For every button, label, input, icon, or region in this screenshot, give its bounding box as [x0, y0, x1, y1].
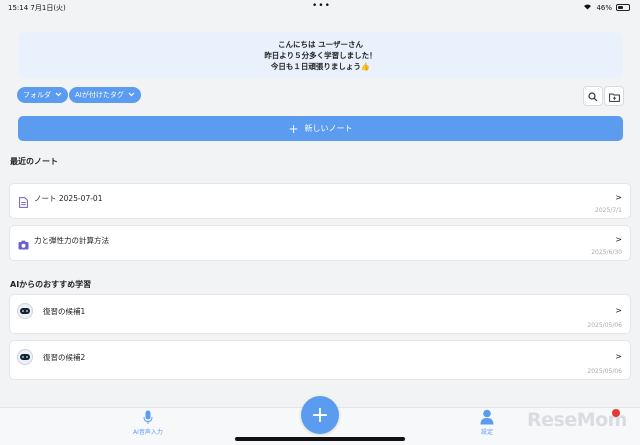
recommendation-card[interactable]: 復習の候補1 > 2025/05/06 [9, 294, 631, 334]
note-date: 2025/6/30 [591, 249, 622, 256]
tab-settings-label: 設定 [480, 429, 493, 436]
greeting-line: こんにちは ユーザーさん [278, 39, 363, 49]
tab-settings[interactable]: 設定 [480, 409, 494, 436]
recommendation-date: 2025/05/06 [587, 322, 622, 329]
folder-add-icon [608, 87, 620, 106]
status-time: 15:14 7月1日(火) [8, 4, 66, 12]
tab-ai-voice-input[interactable]: AI音声入力 [133, 410, 163, 436]
battery-icon [616, 4, 630, 11]
battery-percent: 46% [596, 3, 612, 12]
tab-ai-voice-label: AI音声入力 [133, 429, 163, 436]
progress-line: 昨日より５分多く学習しました！ [264, 50, 377, 60]
search-button[interactable] [583, 86, 603, 106]
robot-icon [17, 349, 33, 365]
chevron-right-icon: > [615, 193, 622, 202]
status-bar: 15:14 7月1日(火) ••• 46% [0, 0, 640, 14]
plus-icon: + [288, 121, 299, 136]
ai-recommendation-heading: AIからのおすすめ学習 [10, 280, 92, 289]
greeting-banner: こんにちは ユーザーさん 昨日より５分多く学習しました！ 今日も１日頑張りましょ… [18, 32, 623, 78]
encouragement-line: 今日も１日頑張りましょう👍 [270, 61, 371, 71]
note-card[interactable]: ノート 2025-07-01 > 2025/7/1 [9, 183, 631, 219]
chevron-right-icon: > [615, 235, 622, 244]
folder-filter-button[interactable]: フォルダ [17, 87, 68, 103]
chevron-down-icon [55, 91, 62, 99]
status-right: 46% [583, 3, 630, 12]
person-icon [480, 409, 494, 427]
robot-icon [17, 303, 33, 319]
search-icon [588, 87, 598, 106]
chevron-right-icon: > [615, 306, 622, 315]
document-icon [19, 193, 28, 212]
wifi-icon [583, 3, 592, 12]
recommendation-title: 復習の候補1 [43, 307, 86, 316]
recommendation-date: 2025/05/06 [587, 368, 622, 375]
new-folder-button[interactable] [604, 86, 624, 106]
folder-filter-label: フォルダ [23, 91, 51, 99]
note-date: 2025/7/1 [595, 207, 622, 214]
note-card[interactable]: 力と弾性力の計算方法 > 2025/6/30 [9, 225, 631, 261]
home-indicator[interactable] [235, 437, 405, 441]
multitask-dots-icon[interactable]: ••• [312, 1, 331, 11]
plus-icon: + [310, 402, 330, 428]
camera-icon [18, 235, 29, 254]
new-note-button[interactable]: + 新しいノート [18, 116, 623, 141]
recommendation-card[interactable]: 復習の候補2 > 2025/05/06 [9, 340, 631, 380]
ai-tag-filter-button[interactable]: AIが付けたタグ [69, 87, 141, 103]
chevron-down-icon [128, 91, 135, 99]
ai-tag-filter-label: AIが付けたタグ [75, 91, 124, 99]
note-title: 力と弾性力の計算方法 [34, 236, 109, 245]
add-button[interactable]: + [301, 396, 339, 434]
new-note-label: 新しいノート [304, 124, 353, 133]
chevron-right-icon: > [615, 352, 622, 361]
notification-badge [612, 409, 620, 417]
recent-notes-heading: 最近のノート [10, 157, 58, 166]
note-title: ノート 2025-07-01 [34, 194, 103, 203]
microphone-icon [143, 410, 153, 427]
recommendation-title: 復習の候補2 [43, 353, 86, 362]
